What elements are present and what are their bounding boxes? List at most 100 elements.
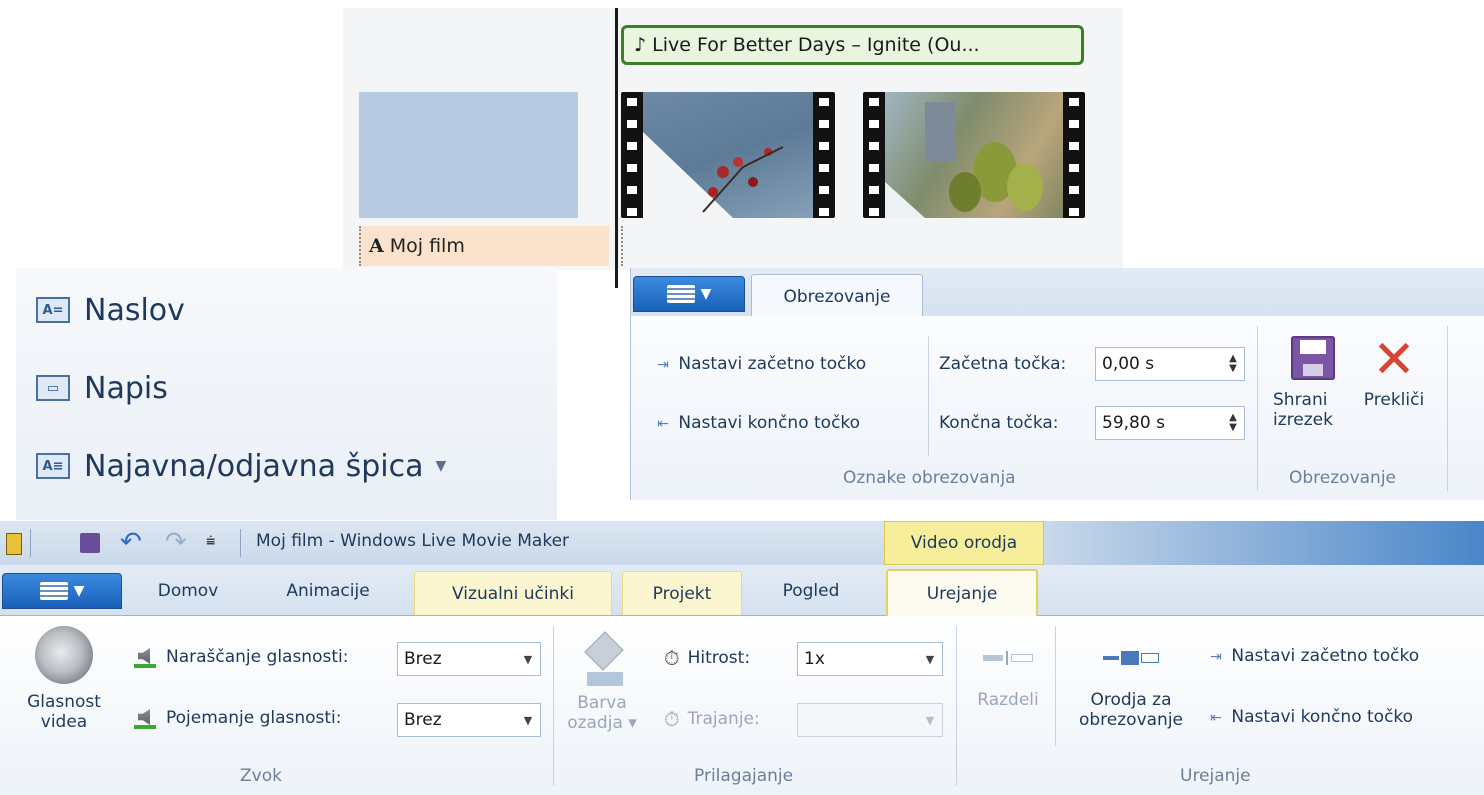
separator <box>1447 326 1448 491</box>
set-end-icon: ⇤ <box>657 416 669 432</box>
main-ribbon-body: Glasnost videa Naraščanje glasnosti: Bre… <box>0 616 1484 795</box>
window-title: Moj film - Windows Live Movie Maker <box>256 531 570 551</box>
fade-out-select[interactable]: Brez ▼ <box>397 703 541 737</box>
spinner-arrows-icon[interactable]: ▲ ▼ <box>1222 354 1244 374</box>
app-menu-button[interactable]: ▼ <box>2 573 122 609</box>
chevron-down-icon[interactable]: ▼ <box>516 653 540 666</box>
cancel-button[interactable]: ✕ Prekliči <box>1355 330 1433 410</box>
video-volume-button[interactable]: Glasnost videa <box>0 626 128 732</box>
menu-item-label: Napis <box>84 370 168 406</box>
start-point-label: Začetna točka: <box>939 354 1067 374</box>
set-end-icon: ⇤ <box>1210 710 1222 726</box>
film-app-icon <box>6 533 22 555</box>
menu-icon <box>666 285 695 303</box>
cancel-label: Prekliči <box>1363 390 1425 410</box>
volume-label-2: videa <box>40 712 88 732</box>
title-icon: A= <box>36 297 70 323</box>
title-clip-placeholder[interactable] <box>359 92 578 218</box>
fade-in-icon <box>134 646 156 668</box>
fade-in-select[interactable]: Brez ▼ <box>397 642 541 676</box>
tab-view[interactable]: Pogled <box>752 569 870 613</box>
chevron-down-icon[interactable]: ▼ <box>918 653 942 666</box>
chevron-down-icon[interactable]: ▼ <box>918 714 942 727</box>
chevron-down-icon[interactable]: ▼ <box>436 458 447 474</box>
spinner-arrows-icon[interactable]: ▲ ▼ <box>1222 413 1244 433</box>
playhead[interactable] <box>615 8 618 288</box>
caption-text-icon: A <box>369 235 384 257</box>
set-end-label: Nastavi končno točko <box>1231 707 1414 727</box>
separator <box>928 336 929 456</box>
volume-label-1: Glasnost <box>27 692 101 712</box>
trim-tool-button[interactable]: Orodja za obrezovanje <box>1066 638 1196 730</box>
berries-image <box>643 132 784 218</box>
group-label-edit: Urejanje <box>1180 766 1251 786</box>
menu-icon <box>39 582 68 600</box>
separator <box>1257 326 1258 491</box>
menu-item-credits[interactable]: A≡ Najavna/odjavna špica ▼ <box>36 442 446 490</box>
save-icon[interactable] <box>80 533 100 553</box>
split-button[interactable]: Razdeli <box>966 638 1050 710</box>
app-menu-button[interactable]: ▼ <box>633 276 745 312</box>
title-bar-fill <box>1044 521 1484 565</box>
menu-item-caption[interactable]: ▭ Napis <box>36 364 168 412</box>
tab-visual-effects[interactable]: Vizualni učinki <box>414 571 612 615</box>
set-start-point-button[interactable]: ⇥ Nastavi začetno točko <box>653 354 866 374</box>
end-point-value: 59,80 s <box>1102 413 1165 433</box>
start-point-spinner[interactable]: 0,00 s ▲ ▼ <box>1095 347 1245 381</box>
fade-out-row: Pojemanje glasnosti: <box>134 707 342 729</box>
speed-label: Hitrost: <box>687 648 751 668</box>
film-sprocket-left-icon <box>863 92 885 218</box>
video-tools-context-label: Video orodja <box>884 521 1044 565</box>
caption-track-empty[interactable] <box>621 226 663 266</box>
caption-label: Moj film <box>389 235 465 257</box>
save-icon <box>1291 336 1335 380</box>
set-start-icon: ⇥ <box>657 357 669 373</box>
customize-qat-icon[interactable]: ⩧ <box>206 531 215 551</box>
video-clip-thumbnail-1[interactable] <box>621 92 835 218</box>
split-label: Razdeli <box>977 690 1039 710</box>
speed-select[interactable]: 1x ▼ <box>797 642 943 676</box>
set-end-point-button[interactable]: ⇤ Nastavi končno točko <box>653 413 860 433</box>
separator <box>956 626 957 786</box>
tab-edit[interactable]: Urejanje <box>886 569 1038 616</box>
save-trim-button[interactable]: Shrani izrezek <box>1273 336 1353 430</box>
separator <box>240 529 241 557</box>
trim-tool-icon <box>1066 638 1196 678</box>
end-point-spinner[interactable]: 59,80 s ▲ ▼ <box>1095 406 1245 440</box>
undo-icon[interactable]: ↶ <box>120 527 142 557</box>
set-start-label: Nastavi začetno točko <box>1231 646 1420 666</box>
credits-icon: A≡ <box>36 453 70 479</box>
close-icon: ✕ <box>1372 330 1416 390</box>
tab-home[interactable]: Domov <box>132 569 244 613</box>
separator <box>1055 626 1056 746</box>
separator <box>553 626 554 786</box>
background-color-button[interactable]: Barva ozadja ▾ <box>562 626 642 733</box>
plant-image <box>885 102 1043 218</box>
fade-out-value: Brez <box>404 710 442 730</box>
caption-track-item[interactable]: A Moj film <box>359 226 609 266</box>
speed-value: 1x <box>804 649 825 669</box>
chevron-down-icon[interactable]: ▼ <box>516 714 540 727</box>
redo-icon[interactable]: ↷ <box>165 527 187 557</box>
duration-select[interactable]: ▼ <box>797 703 943 737</box>
menu-item-title[interactable]: A= Naslov <box>36 286 185 334</box>
music-track-item[interactable]: ♪ Live For Better Days – Ignite (Ou... <box>621 25 1084 65</box>
tab-trim[interactable]: Obrezovanje <box>751 274 923 318</box>
bg-color-label-1: Barva <box>577 693 627 713</box>
quick-access-toolbar: ↶ ↷ ⩧ Moj film - Windows Live Movie Make… <box>0 521 1484 565</box>
trim-tab-strip: ▼ Obrezovanje <box>631 268 1484 318</box>
tab-project[interactable]: Projekt <box>622 571 742 615</box>
paint-bucket-icon <box>584 631 624 686</box>
set-start-point-button[interactable]: ⇥ Nastavi začetno točko <box>1206 646 1419 666</box>
storyboard-timeline: A Moj film ♪ Live For Better Days – Igni… <box>343 8 1123 288</box>
fade-out-label: Pojemanje glasnosti: <box>166 708 342 728</box>
duration-row: ⏱ Trajanje: <box>664 707 760 731</box>
title-dropdown-menu: A= Naslov ▭ Napis A≡ Najavna/odjavna špi… <box>16 268 557 520</box>
film-sprocket-right-icon <box>813 92 835 218</box>
video-clip-thumbnail-2[interactable] <box>863 92 1085 218</box>
tab-animations[interactable]: Animacije <box>258 569 398 613</box>
save-label-1: Shrani <box>1273 390 1328 410</box>
trim-tool-label-2: obrezovanje <box>1078 710 1184 730</box>
set-end-point-button[interactable]: ⇤ Nastavi končno točko <box>1206 707 1413 727</box>
trim-ribbon: ▼ Obrezovanje ⇥ Nastavi začetno točko ⇤ … <box>630 268 1484 500</box>
